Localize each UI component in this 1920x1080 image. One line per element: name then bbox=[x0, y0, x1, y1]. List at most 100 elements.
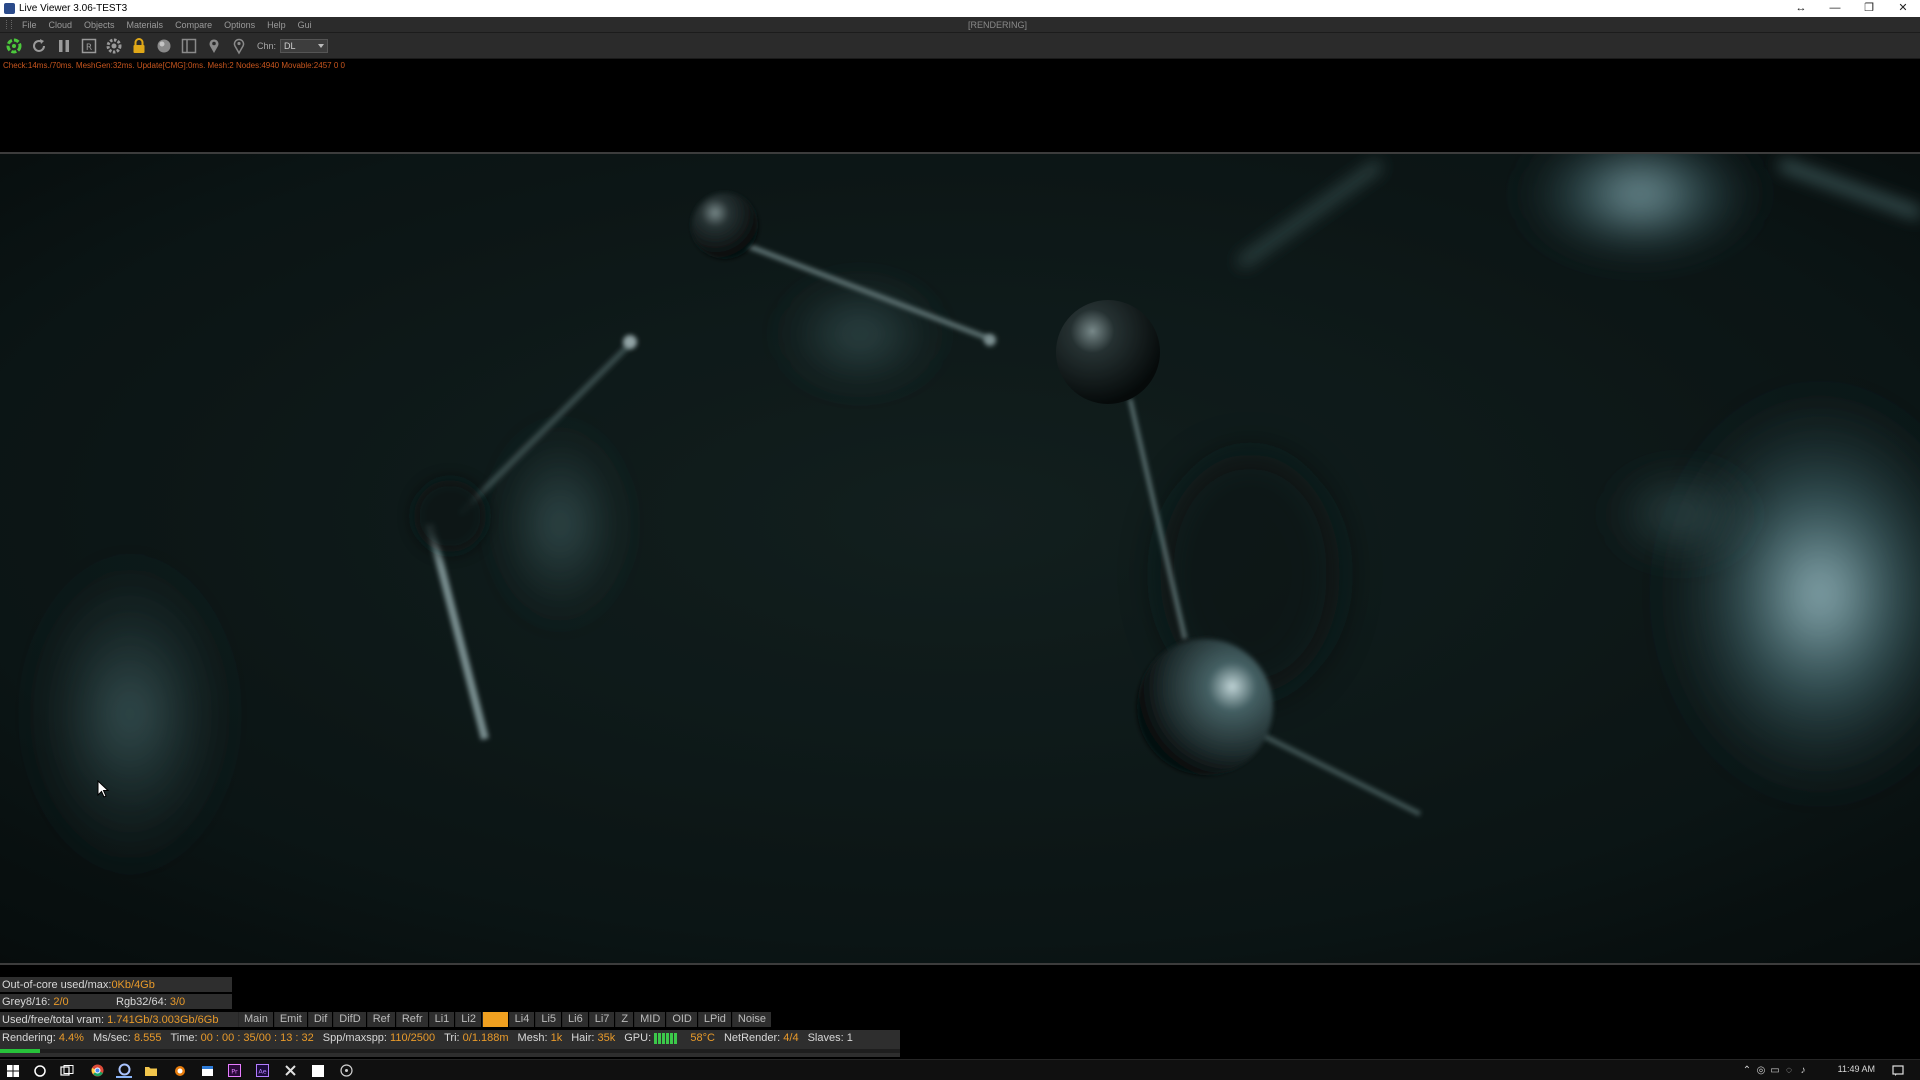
pin-icon[interactable] bbox=[203, 35, 225, 57]
notifications-icon[interactable] bbox=[1890, 1063, 1906, 1078]
pause-icon[interactable] bbox=[53, 35, 75, 57]
menu-file[interactable]: File bbox=[16, 20, 43, 30]
pass-difd[interactable]: DifD bbox=[333, 1012, 366, 1027]
hair-status: Hair: 35k bbox=[571, 1032, 616, 1044]
menu-bar: File Cloud Objects Materials Compare Opt… bbox=[0, 17, 1920, 32]
taskbar: Pr Ae ⌃ ◎ ▭ ◌ ♪ 11:49 AM bbox=[0, 1059, 1920, 1080]
title-bar: Live Viewer 3.06-TEST3 ↔ — ❐ ✕ bbox=[0, 0, 1920, 17]
rgb-info: Rgb32/64: 3/0 bbox=[116, 996, 185, 1008]
render-viewport[interactable] bbox=[0, 152, 1920, 965]
taskbar-clock[interactable]: 11:49 AM bbox=[1838, 1064, 1875, 1074]
windows-start-icon[interactable] bbox=[5, 1063, 21, 1078]
grey-label: Grey8/16: bbox=[2, 995, 51, 1008]
svg-text:Pr: Pr bbox=[231, 1068, 238, 1076]
recycle-icon[interactable] bbox=[3, 35, 25, 57]
vram-info: Used/free/total vram: 1.741Gb/3.003Gb/6G… bbox=[0, 1012, 238, 1027]
svg-text:R: R bbox=[86, 43, 92, 53]
pass-li4[interactable]: Li4 bbox=[508, 1012, 535, 1027]
tools-icon[interactable] bbox=[282, 1063, 298, 1078]
pass-li7[interactable]: Li7 bbox=[588, 1012, 615, 1027]
render-pass-bar: Main Emit Dif DifD Ref Refr Li1 Li2 Li3 … bbox=[238, 1012, 772, 1027]
mesh-status: Mesh: 1k bbox=[517, 1032, 563, 1044]
toolbar: R Chn: DL bbox=[0, 32, 1920, 59]
pass-li1[interactable]: Li1 bbox=[428, 1012, 455, 1027]
premiere-icon[interactable]: Pr bbox=[226, 1063, 242, 1078]
rgb-value: 3/0 bbox=[169, 995, 186, 1008]
window-title: Live Viewer 3.06-TEST3 bbox=[19, 3, 128, 14]
pass-dif[interactable]: Dif bbox=[307, 1012, 333, 1027]
out-of-core-info: Out-of-core used/max: 0Kb/4Gb bbox=[0, 977, 232, 992]
texture-count-info: Grey8/16: 2/0 Rgb32/64: 3/0 bbox=[0, 994, 232, 1009]
pass-mid[interactable]: MID bbox=[634, 1012, 666, 1027]
outofcore-label: Out-of-core used/max: bbox=[2, 978, 112, 991]
pass-li6[interactable]: Li6 bbox=[562, 1012, 588, 1027]
file-explorer-icon[interactable] bbox=[143, 1063, 159, 1078]
slaves-status: Slaves: 1 bbox=[807, 1032, 853, 1044]
task-view-icon[interactable] bbox=[59, 1063, 75, 1078]
menu-options[interactable]: Options bbox=[218, 20, 261, 30]
menu-help[interactable]: Help bbox=[261, 20, 292, 30]
system-tray: ⌃ ◎ ▭ ◌ ♪ bbox=[1740, 1063, 1810, 1077]
pass-refr[interactable]: Refr bbox=[395, 1012, 428, 1027]
frame-icon[interactable] bbox=[178, 35, 200, 57]
lock-icon[interactable] bbox=[128, 35, 150, 57]
sphere-icon[interactable] bbox=[153, 35, 175, 57]
window-controls: ↔ — ❐ ✕ bbox=[1784, 0, 1920, 17]
rendering-status: Rendering: 4.4% bbox=[2, 1032, 84, 1044]
blender-icon[interactable] bbox=[171, 1063, 187, 1078]
vram-value: 1.741Gb/3.003Gb/6Gb bbox=[107, 1013, 219, 1026]
grip-icon bbox=[6, 20, 12, 29]
network-icon[interactable]: ▭ bbox=[1768, 1063, 1782, 1077]
close-button[interactable]: ✕ bbox=[1886, 0, 1920, 17]
gpu-status: GPU: 58°C bbox=[624, 1032, 715, 1044]
pass-oid[interactable]: OID bbox=[666, 1012, 697, 1027]
resize-icon[interactable]: ↔ bbox=[1784, 0, 1818, 17]
pass-li2[interactable]: Li2 bbox=[455, 1012, 481, 1027]
pass-noise[interactable]: Noise bbox=[731, 1012, 772, 1027]
pin-outline-icon[interactable] bbox=[228, 35, 250, 57]
after-effects-icon[interactable]: Ae bbox=[254, 1063, 270, 1078]
gpu-usage-icon bbox=[654, 1032, 678, 1044]
disc-icon[interactable] bbox=[338, 1063, 354, 1078]
pass-main[interactable]: Main bbox=[238, 1012, 273, 1027]
region-icon[interactable]: R bbox=[78, 35, 100, 57]
pass-li5[interactable]: Li5 bbox=[535, 1012, 562, 1027]
pass-z[interactable]: Z bbox=[615, 1012, 634, 1027]
chevron-up-icon[interactable]: ⌃ bbox=[1740, 1063, 1754, 1077]
render-progress-bar bbox=[0, 1049, 900, 1053]
antivirus-icon[interactable]: ◎ bbox=[1754, 1063, 1768, 1077]
spp-status: Spp/maxspp: 110/2500 bbox=[322, 1032, 436, 1044]
render-progress-fill bbox=[0, 1049, 40, 1053]
white-app-icon[interactable] bbox=[310, 1063, 326, 1078]
rgb-label: Rgb32/64: bbox=[116, 995, 167, 1008]
tri-status: Tri: 0/1.188m bbox=[444, 1032, 509, 1044]
pass-ref[interactable]: Ref bbox=[366, 1012, 395, 1027]
menu-objects[interactable]: Objects bbox=[78, 20, 121, 30]
time-status: Time: 00 : 00 : 35/00 : 13 : 32 bbox=[170, 1032, 314, 1044]
chrome-icon[interactable] bbox=[89, 1063, 105, 1078]
grey-value: 2/0 bbox=[53, 995, 69, 1008]
vram-label: Used/free/total vram: bbox=[2, 1013, 105, 1026]
render-status: [RENDERING] bbox=[968, 19, 1028, 30]
pass-emit[interactable]: Emit bbox=[273, 1012, 307, 1027]
menu-cloud[interactable]: Cloud bbox=[43, 20, 79, 30]
octane-icon[interactable] bbox=[116, 1063, 132, 1078]
menu-compare[interactable]: Compare bbox=[169, 20, 218, 30]
pass-li3[interactable]: Li3 bbox=[481, 1012, 508, 1027]
volume-icon[interactable]: ♪ bbox=[1796, 1063, 1810, 1077]
menu-gui[interactable]: Gui bbox=[292, 20, 318, 30]
ms-sec-status: Ms/sec: 8.555 bbox=[92, 1032, 162, 1044]
maximize-button[interactable]: ❐ bbox=[1852, 0, 1886, 17]
menu-materials[interactable]: Materials bbox=[121, 20, 170, 30]
reload-icon[interactable] bbox=[28, 35, 50, 57]
channel-select[interactable]: DL bbox=[280, 38, 329, 53]
wifi-icon[interactable]: ◌ bbox=[1782, 1063, 1796, 1077]
window-app-icon[interactable] bbox=[199, 1063, 215, 1078]
cortana-icon[interactable] bbox=[32, 1063, 48, 1078]
chevron-down-icon bbox=[318, 43, 325, 48]
channel-label: Chn: bbox=[257, 40, 277, 51]
minimize-button[interactable]: — bbox=[1818, 0, 1852, 17]
pass-lpid[interactable]: LPid bbox=[697, 1012, 731, 1027]
render-image bbox=[0, 154, 1920, 963]
settings-icon[interactable] bbox=[103, 35, 125, 57]
